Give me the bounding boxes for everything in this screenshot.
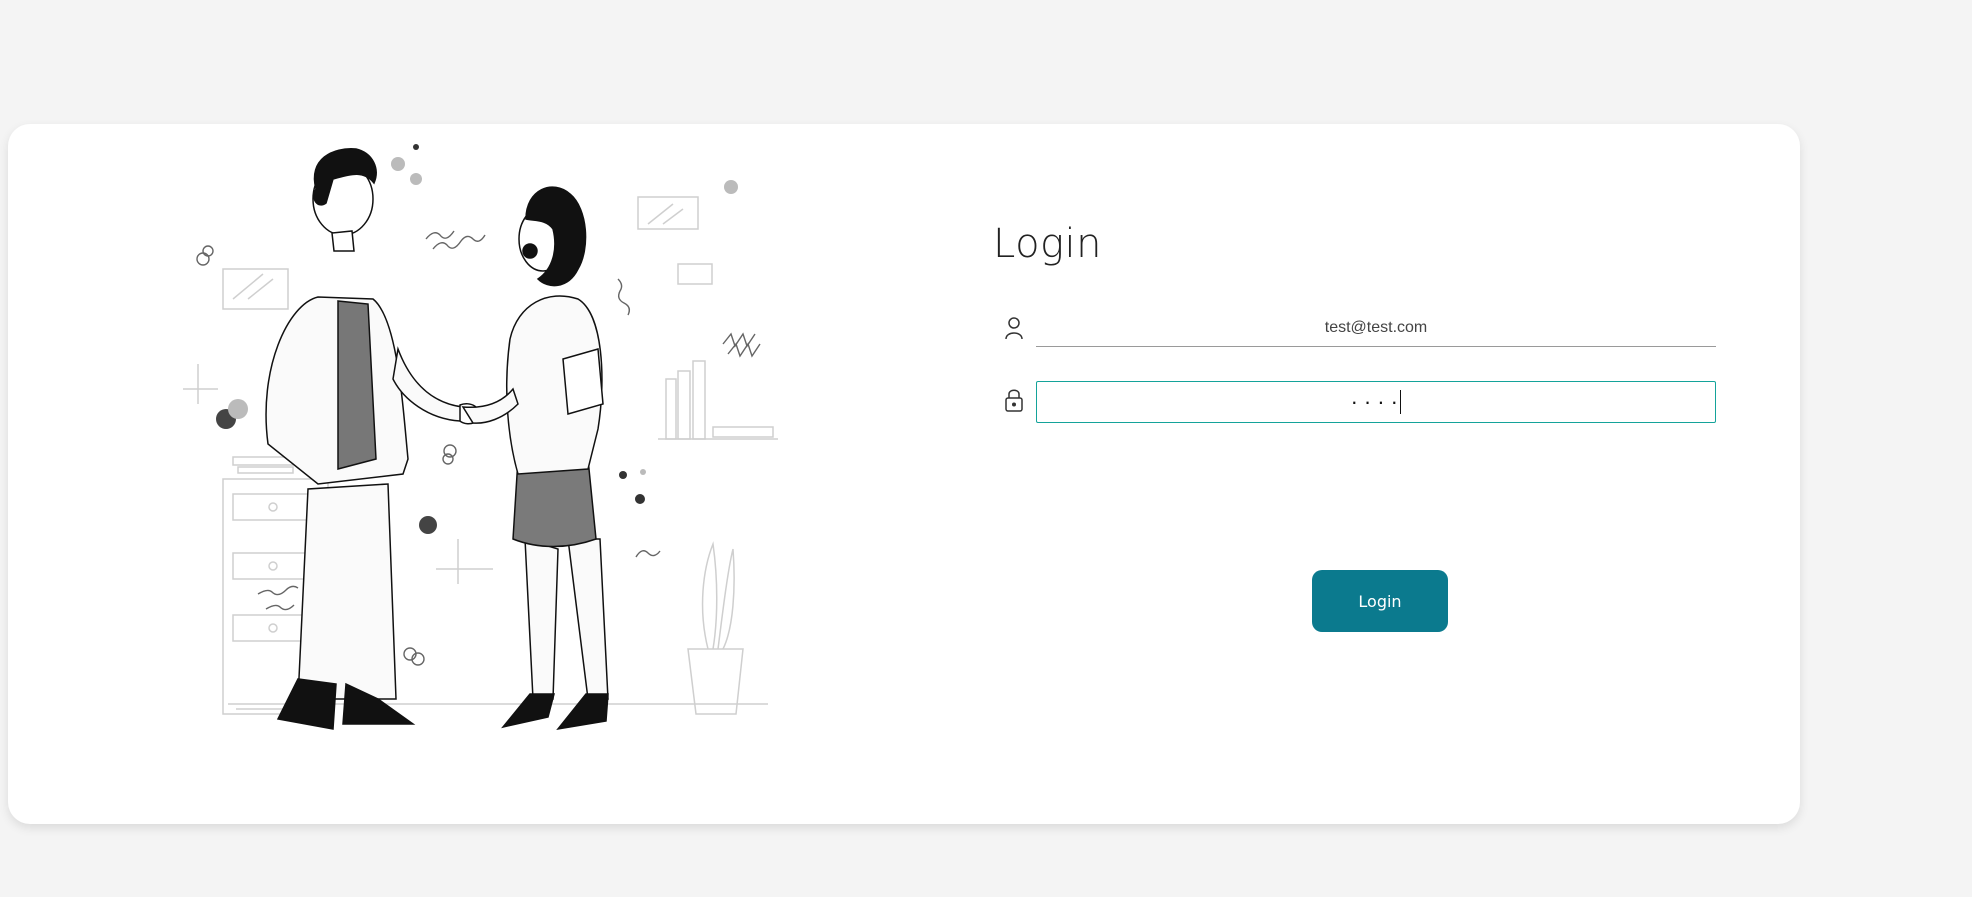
handshake-illustration: [183, 144, 778, 731]
password-row: ····: [993, 381, 1718, 423]
user-icon: [1005, 317, 1023, 340]
email-row: [993, 309, 1718, 351]
password-field[interactable]: ····: [1036, 381, 1716, 423]
login-card: Login ···· Login: [8, 124, 1800, 824]
text-cursor: [1399, 390, 1402, 414]
lock-icon: [1005, 389, 1023, 412]
login-button[interactable]: Login: [1312, 570, 1448, 632]
password-masked-value: ····: [1350, 389, 1404, 414]
page-title: Login: [993, 221, 1103, 267]
email-field[interactable]: [1036, 309, 1716, 347]
login-form: Login ···· Login: [993, 221, 1718, 632]
